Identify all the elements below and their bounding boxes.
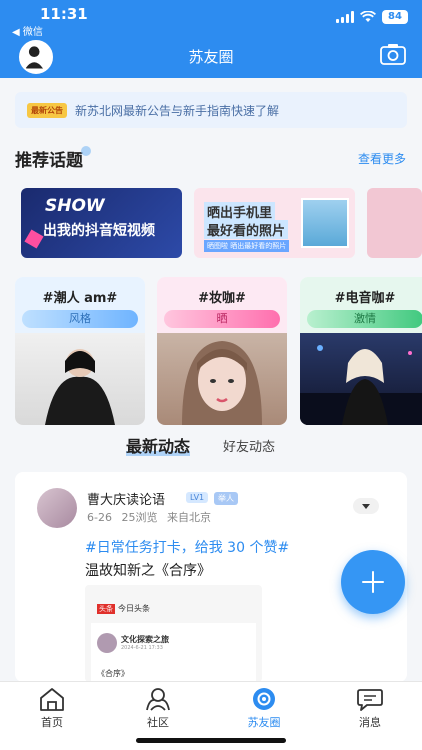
person-photo-icon [182,341,262,425]
share-author-name: 文化探索之旅 [121,635,169,644]
banner-decoration [24,229,44,249]
topic-banner-douyin[interactable]: SHOW 出我的抖音短视频 [21,188,182,258]
topic-image [157,333,287,425]
home-icon [40,688,64,711]
nav-community-label: 社区 [147,716,169,729]
nav-home[interactable]: 首页 [17,686,87,730]
topic-card-header: #妆咖# 晒 [157,277,287,333]
app-header: 11:31 ◀ 微信 84 苏友圈 [0,0,422,78]
topic-card-edm[interactable]: #电音咖# 激情 [300,277,422,425]
banner-photo [301,198,349,248]
topic-card-header: #潮人 am# 风格 [15,277,145,333]
camera-icon[interactable] [380,43,406,65]
post-date: 6-26 [87,511,112,524]
topic-card-makeup[interactable]: #妆咖# 晒 [157,277,287,425]
share-author-avatar [97,633,117,653]
signal-icon [336,11,354,23]
battery-icon: 84 [382,10,408,24]
share-title: 《合序》 [97,669,129,678]
topic-name: #妆咖# [198,291,246,306]
nav-community[interactable]: 社区 [123,686,193,730]
post-views: 25浏览 [121,511,158,524]
topic-name: #电音咖# [334,291,396,306]
nav-home-label: 首页 [41,716,63,729]
page-title: 苏友圈 [188,48,234,66]
community-icon [146,688,170,711]
banner-title: 晒出手机里 [204,202,276,221]
topic-card-fashion[interactable]: #潮人 am# 风格 [15,277,145,425]
topic-name: #潮人 am# [42,291,118,306]
nav-messages-label: 消息 [359,716,381,729]
nav-messages[interactable]: 消息 [335,686,405,730]
see-more-link[interactable]: 查看更多 [358,150,406,167]
role-badge: 举人 [214,492,238,505]
dj-photo-icon [300,345,422,425]
shared-article-preview: 文化探索之旅 2024-6-21 17:33 《合序》 [91,623,256,682]
tab-latest-posts[interactable]: 最新动态 [126,433,191,457]
topic-tag: 晒 [164,310,280,328]
announcement-text: 新苏北网最新公告与新手指南快速了解 [75,103,280,118]
banner-subtitle: 出我的抖音短视频 [43,223,155,239]
topic-banner-photos[interactable]: 晒出手机里 最好看的照片 晒图啦 晒出最好看的照片 [194,188,355,258]
status-time: 11:31 [40,5,88,23]
status-bar: 11:31 ◀ 微信 84 [0,0,422,38]
message-icon [357,689,383,711]
tab-friends-posts[interactable]: 好友动态 [223,436,275,455]
post-location: 来自北京 [166,511,211,524]
share-source-name: 今日头条 [118,604,150,613]
shared-article-card[interactable]: 头条 今日头条 文化探索之旅 2024-6-21 17:33 《合序》 [85,585,262,682]
create-post-button[interactable] [341,550,405,614]
share-date: 2024-6-21 17:33 [121,645,163,651]
topic-image [300,333,422,425]
banner-title: SHOW [45,196,105,216]
wifi-icon [360,11,376,22]
moments-icon [253,688,275,710]
status-icons: 84 [336,10,408,24]
topic-tag: 风格 [22,310,138,328]
announcement-bar[interactable]: 最新公告 新苏北网最新公告与新手指南快速了解 [15,92,407,128]
post-author-avatar[interactable] [37,488,77,528]
topic-banner-partial[interactable] [367,188,422,258]
banner-subtitle: 最好看的照片 [204,220,289,239]
share-source-tag: 头条 [97,604,115,614]
announcement-badge: 最新公告 [27,102,67,118]
topic-image [15,333,145,425]
post-topic-link[interactable]: #日常任务打卡，给我 30 个赞# [85,537,289,557]
post-text: 温故知新之《合序》 [85,563,211,579]
post-author-name[interactable]: 曹大庆读论语 [87,489,165,508]
back-to-wechat-link[interactable]: ◀ 微信 [12,23,43,38]
post-more-button[interactable] [353,498,379,514]
home-indicator [136,738,286,743]
banner-tag: 晒图啦 晒出最好看的照片 [204,240,290,252]
level-badge: LV1 [186,492,209,503]
nav-suyouquan-label: 苏友圈 [247,716,281,729]
recommended-topics-title: 推荐话题 [15,146,91,171]
topic-tag: 激情 [307,310,422,328]
post-meta: 6-26 25浏览 来自北京 [87,509,217,525]
person-photo-icon [45,349,115,425]
topic-card-header: #电音咖# 激情 [300,277,422,333]
nav-suyouquan[interactable]: 苏友圈 [229,686,299,730]
